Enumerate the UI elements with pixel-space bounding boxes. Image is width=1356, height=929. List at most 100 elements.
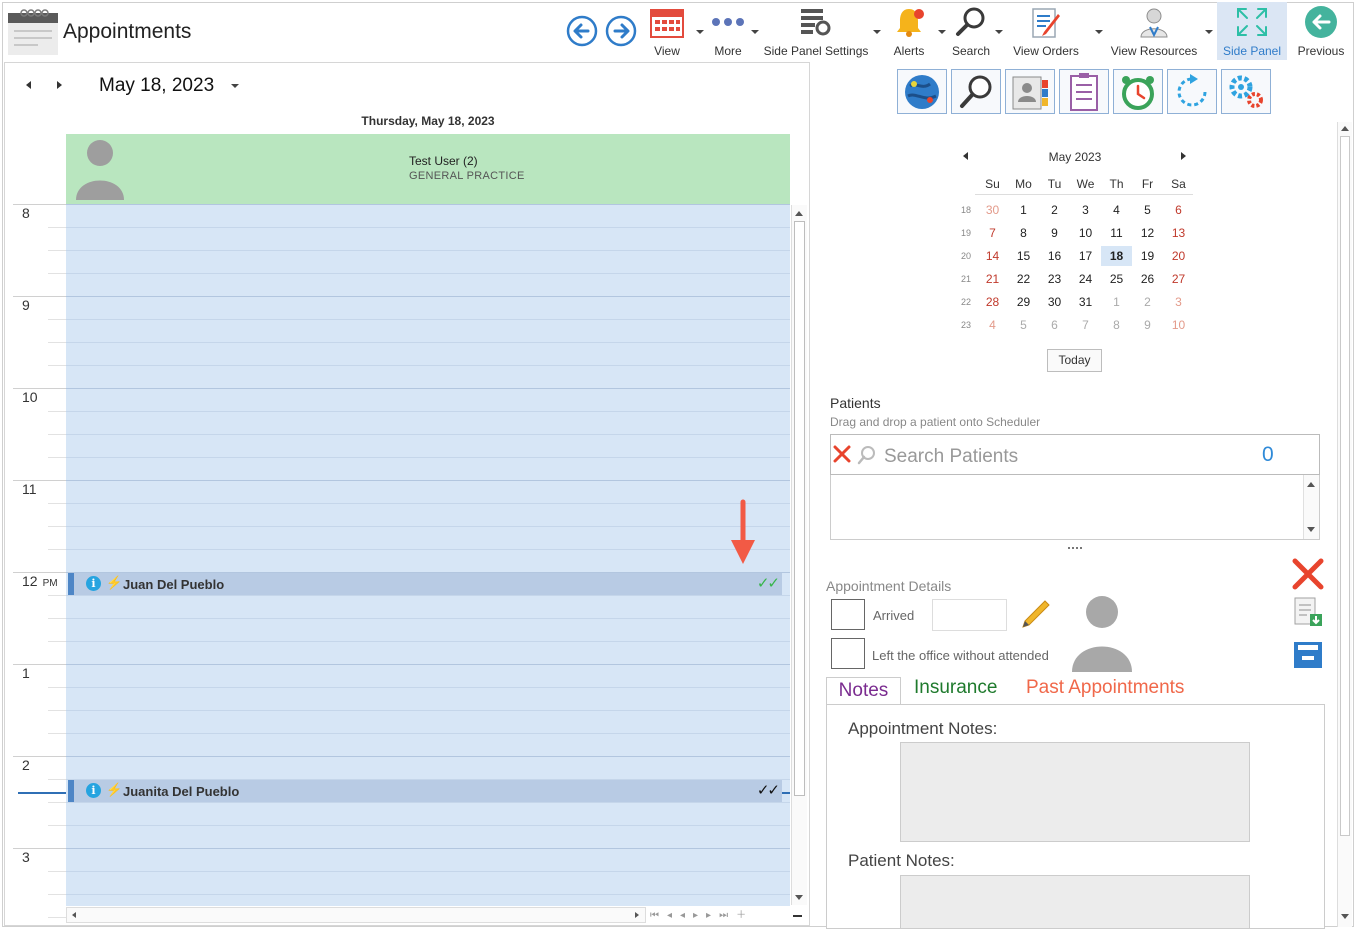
mini-cal-day[interactable]: 5 — [1132, 200, 1163, 220]
mini-cal-day[interactable]: 9 — [1039, 223, 1070, 243]
patient-notes-input[interactable] — [900, 875, 1250, 929]
mini-cal-day[interactable]: 30 — [977, 200, 1008, 220]
more-dropdown-icon[interactable] — [751, 30, 759, 34]
mini-cal-day[interactable]: 5 — [1008, 315, 1039, 335]
mini-cal-day[interactable]: 26 — [1132, 269, 1163, 289]
appointment-juan[interactable]: i ⚡ Juan Del Pueblo ✓✓ — [68, 573, 782, 595]
view-orders-dropdown-icon[interactable] — [1095, 30, 1103, 34]
mini-cal-day[interactable]: 16 — [1039, 246, 1070, 266]
alarm-clock-button[interactable] — [1113, 69, 1163, 114]
mini-cal-day[interactable]: 10 — [1163, 315, 1194, 335]
view-orders-button[interactable]: View Orders — [1012, 4, 1080, 60]
resource-header[interactable] — [66, 134, 790, 204]
mini-cal-day[interactable]: 27 — [1163, 269, 1194, 289]
settings-button[interactable] — [1221, 69, 1271, 114]
tab-past-appointments[interactable]: Past Appointments — [1026, 677, 1184, 699]
forward-button[interactable] — [605, 15, 637, 52]
alerts-dropdown-icon[interactable] — [938, 30, 946, 34]
contact-card-button[interactable] — [1005, 69, 1055, 114]
mini-cal-day[interactable]: 7 — [1070, 315, 1101, 335]
date-dropdown-icon[interactable] — [231, 84, 239, 88]
mini-cal-day[interactable]: 17 — [1070, 246, 1101, 266]
scheduler-vscrollbar[interactable] — [791, 205, 807, 905]
mini-cal-day[interactable]: 9 — [1132, 315, 1163, 335]
mini-cal-day[interactable]: 4 — [977, 315, 1008, 335]
previous-button[interactable]: Previous — [1296, 4, 1346, 60]
mini-cal-day[interactable]: 31 — [1070, 292, 1101, 312]
arrived-checkbox[interactable] — [831, 599, 865, 630]
mini-cal-day[interactable]: 21 — [977, 269, 1008, 289]
tab-notes[interactable]: Notes — [826, 677, 901, 706]
mini-calendar[interactable]: May 2023 Su Mo Tu We Th Fr Sa 18 30 1 2 3 4 5 6 19 7 8 9 10… — [955, 145, 1195, 345]
alerts-button[interactable]: Alerts — [889, 4, 929, 60]
side-panel-settings-dropdown-icon[interactable] — [873, 30, 881, 34]
delete-icon[interactable] — [1291, 557, 1325, 591]
mini-cal-next-button[interactable] — [1181, 152, 1186, 160]
next-day-button[interactable] — [57, 81, 62, 89]
archive-tray-icon[interactable] — [1292, 640, 1324, 670]
mini-cal-day[interactable]: 7 — [977, 223, 1008, 243]
view-resources-dropdown-icon[interactable] — [1205, 30, 1213, 34]
globe-button[interactable] — [897, 69, 947, 114]
scheduler-hscrollbar[interactable] — [66, 907, 646, 923]
mini-cal-day[interactable]: 1 — [1101, 292, 1132, 312]
mini-cal-day[interactable]: 23 — [1039, 269, 1070, 289]
mini-cal-day[interactable]: 8 — [1101, 315, 1132, 335]
checklist-button[interactable] — [1059, 69, 1109, 114]
mini-cal-day[interactable]: 13 — [1163, 223, 1194, 243]
mini-cal-day[interactable]: 1 — [1008, 200, 1039, 220]
info-icon[interactable]: i — [86, 576, 101, 591]
search-button[interactable]: Search — [950, 4, 992, 60]
side-panel-button[interactable]: Side Panel — [1217, 2, 1287, 60]
pencil-icon[interactable] — [1017, 597, 1053, 633]
mini-cal-day[interactable]: 20 — [1163, 246, 1194, 266]
mini-cal-day[interactable]: 29 — [1008, 292, 1039, 312]
view-resources-button[interactable]: View Resources — [1111, 4, 1197, 60]
view-button[interactable]: View — [646, 4, 688, 60]
prev-day-button[interactable] — [26, 81, 31, 89]
mini-cal-day[interactable]: 12 — [1132, 223, 1163, 243]
patients-list-scrollbar[interactable] — [1303, 475, 1319, 539]
mini-cal-day[interactable]: 2 — [1039, 200, 1070, 220]
search-dropdown-icon[interactable] — [995, 30, 1003, 34]
document-download-icon[interactable] — [1292, 596, 1324, 628]
back-button[interactable] — [566, 15, 598, 52]
mini-cal-day[interactable]: 2 — [1132, 292, 1163, 312]
tab-insurance[interactable]: Insurance — [914, 677, 997, 699]
date-selector[interactable]: May 18, 2023 — [99, 75, 214, 97]
patients-list[interactable] — [830, 475, 1320, 540]
more-button[interactable]: More — [708, 4, 748, 60]
mini-cal-day[interactable]: 15 — [1008, 246, 1039, 266]
scheduler-scroll-thumb[interactable] — [794, 221, 805, 796]
mini-cal-day[interactable]: 14 — [977, 246, 1008, 266]
refresh-button[interactable] — [1167, 69, 1217, 114]
mini-cal-day[interactable]: 24 — [1070, 269, 1101, 289]
mini-cal-day[interactable]: 3 — [1070, 200, 1101, 220]
mini-cal-day[interactable]: 19 — [1132, 246, 1163, 266]
mini-cal-day[interactable]: 6 — [1039, 315, 1070, 335]
mini-cal-day[interactable]: 3 — [1163, 292, 1194, 312]
mini-cal-day[interactable]: 11 — [1101, 223, 1132, 243]
appointment-notes-input[interactable] — [900, 742, 1250, 842]
side-panel-scroll-thumb[interactable] — [1340, 136, 1350, 836]
view-dropdown-icon[interactable] — [696, 30, 704, 34]
mini-cal-day[interactable]: 22 — [1008, 269, 1039, 289]
mini-cal-day[interactable]: 4 — [1101, 200, 1132, 220]
mini-cal-day[interactable]: 30 — [1039, 292, 1070, 312]
side-panel-settings-button[interactable]: Side Panel Settings — [764, 4, 868, 60]
mini-cal-day[interactable]: 28 — [977, 292, 1008, 312]
navigation-buttons[interactable]: ⏮︎◂◂▸▸⏭︎＋ — [650, 908, 806, 924]
mini-cal-day[interactable]: 6 — [1163, 200, 1194, 220]
today-button[interactable]: Today — [1047, 349, 1102, 372]
appointment-juanita[interactable]: i ⚡ Juanita Del Pueblo ✓✓ — [68, 780, 782, 802]
info-icon[interactable]: i — [86, 783, 101, 798]
zoom-out-button[interactable] — [793, 915, 802, 917]
side-panel-scrollbar[interactable] — [1337, 122, 1352, 927]
clear-search-icon[interactable] — [833, 445, 851, 463]
mini-cal-day[interactable]: 25 — [1101, 269, 1132, 289]
mini-cal-day[interactable]: 8 — [1008, 223, 1039, 243]
splitter-grip[interactable] — [1068, 547, 1082, 549]
mini-cal-day[interactable]: 10 — [1070, 223, 1101, 243]
mini-cal-day[interactable]: 18 — [1101, 246, 1132, 266]
arrived-time-input[interactable] — [932, 599, 1007, 631]
